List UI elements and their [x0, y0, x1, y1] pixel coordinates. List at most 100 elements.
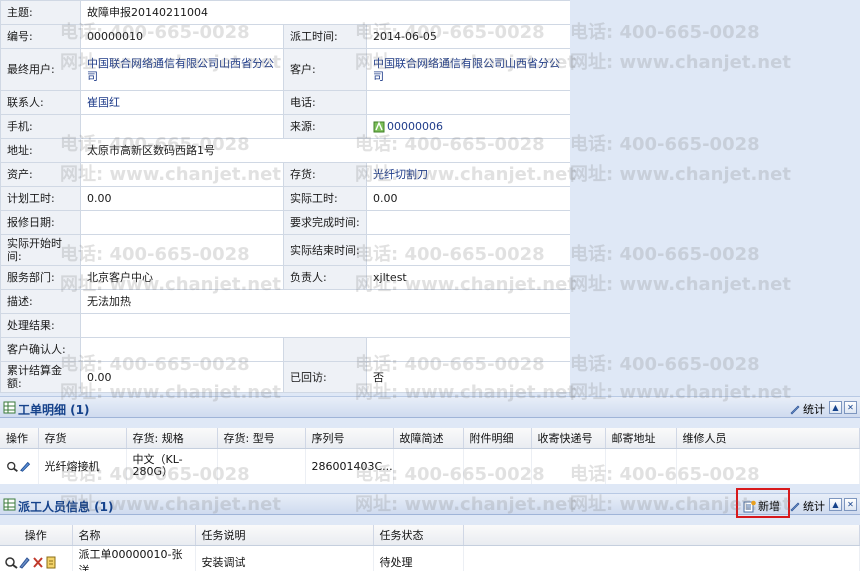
close-button[interactable]: ✕ — [844, 498, 857, 511]
actual-start-label: 实际开始时间: — [0, 234, 81, 266]
table-row[interactable]: 派工单00000010-张洋 安装调试 待处理 — [0, 545, 860, 571]
detail-form: 主题: 故障申报20140211004 编号: 00000010 派工时间: 2… — [0, 0, 572, 393]
status-cell: 待处理 — [373, 545, 464, 571]
source-link[interactable]: 00000006 — [387, 120, 443, 133]
pencil-icon — [790, 405, 800, 415]
repair-date-value — [80, 210, 284, 235]
collapse-up-button[interactable]: ▲ — [829, 498, 842, 511]
result-label: 处理结果: — [0, 313, 81, 338]
address-label: 地址: — [0, 138, 81, 163]
task-icon[interactable] — [45, 555, 57, 569]
source-label: 来源: — [283, 114, 367, 139]
column-header[interactable]: 存货: 规格 — [126, 428, 218, 449]
settlement-value: 0.00 — [80, 361, 284, 393]
end-user-label: 最终用户: — [0, 48, 81, 91]
detail-panel-header: 工单明细 (1) 统计 ▲ ✕ — [0, 396, 860, 418]
confirm-value — [80, 337, 284, 362]
mobile-label: 手机: — [0, 114, 81, 139]
inventory-link[interactable]: 光纤熔接机 — [38, 448, 127, 484]
edit-icon[interactable] — [19, 555, 31, 569]
dispatch-time-label: 派工时间: — [283, 24, 367, 49]
staff-grid: 操作 名称 任务说明 任务状态 派工单00000010-张洋 安装调试 待处理 — [0, 525, 860, 571]
owner-value: xjltest — [365, 265, 572, 290]
required-finish-value — [365, 210, 572, 235]
phone-label: 电话: — [283, 90, 367, 115]
view-icon[interactable] — [6, 459, 18, 473]
grid-icon — [3, 498, 16, 511]
customer-label: 客户: — [283, 48, 367, 91]
source-cell: 00000006 — [365, 114, 572, 139]
detail-panel-title: 工单明细 (1) — [18, 403, 90, 417]
model-cell — [217, 448, 306, 484]
mobile-value — [80, 114, 284, 139]
description-label: 描述: — [0, 289, 81, 314]
view-icon[interactable] — [4, 555, 18, 569]
service-dept-value: 北京客户中心 — [80, 265, 284, 290]
detail-grid-header: 操作 存货 存货: 规格 存货: 型号 序列号 故障简述 附件明细 收寄快递号 … — [0, 428, 860, 449]
column-header[interactable]: 故障简述 — [393, 428, 464, 449]
column-header[interactable]: 存货: 型号 — [217, 428, 306, 449]
column-header[interactable]: 任务说明 — [195, 525, 374, 546]
column-header[interactable]: 维修人员 — [676, 428, 860, 449]
detail-stats-label: 统计 — [803, 403, 825, 416]
visited-value: 否 — [365, 361, 572, 393]
column-header[interactable]: 收寄快递号 — [531, 428, 606, 449]
dispatch-time-value: 2014-06-05 — [365, 24, 572, 49]
end-user-link[interactable]: 中国联合网络通信有限公司山西省分公司 — [80, 48, 284, 91]
subject-value: 故障申报20140211004 — [79, 0, 571, 25]
detail-stats-button[interactable]: 统计 — [789, 401, 825, 417]
express-cell — [531, 448, 606, 484]
actual-hours-value: 0.00 — [365, 186, 572, 211]
description-value: 无法加热 — [79, 289, 572, 314]
number-value: 00000010 — [80, 24, 284, 49]
actual-end-value — [365, 234, 572, 266]
column-header[interactable]: 操作 — [0, 525, 73, 546]
staff-stats-label: 统计 — [803, 500, 825, 513]
column-header[interactable]: 邮寄地址 — [605, 428, 677, 449]
service-request-icon[interactable] — [373, 120, 386, 133]
table-row[interactable]: 光纤熔接机 中文（KL-280G） 286001403C... — [0, 448, 860, 484]
attachment-cell — [463, 448, 532, 484]
close-button[interactable]: ✕ — [844, 401, 857, 414]
task-cell: 安装调试 — [195, 545, 374, 571]
planned-hours-label: 计划工时: — [0, 186, 81, 211]
blank-area — [570, 0, 860, 392]
actual-hours-label: 实际工时: — [283, 186, 367, 211]
subject-label: 主题: — [0, 0, 81, 25]
delete-icon[interactable] — [32, 555, 44, 569]
repairer-cell — [676, 448, 860, 484]
visited-label: 已回访: — [283, 361, 367, 393]
column-header[interactable]: 附件明细 — [463, 428, 532, 449]
staff-name-link[interactable]: 派工单00000010-张洋 — [72, 545, 196, 571]
staff-stats-button[interactable]: 统计 — [789, 498, 825, 514]
result-value — [79, 313, 572, 338]
inventory-link[interactable]: 光纤切割刀 — [365, 162, 572, 187]
asset-label: 资产: — [0, 162, 81, 187]
column-header[interactable]: 任务状态 — [373, 525, 464, 546]
grid-icon — [3, 401, 16, 414]
customer-link[interactable]: 中国联合网络通信有限公司山西省分公司 — [365, 48, 572, 91]
edit-icon[interactable] — [19, 459, 31, 473]
collapse-up-button[interactable]: ▲ — [829, 401, 842, 414]
spec-cell: 中文（KL-280G） — [126, 448, 218, 484]
column-header[interactable]: 操作 — [0, 428, 39, 449]
column-header[interactable]: 序列号 — [305, 428, 394, 449]
staff-panel-header: 派工人员信息 (1) 新增 统计 ▲ ✕ — [0, 493, 860, 515]
column-header[interactable]: 名称 — [72, 525, 196, 546]
address-cell — [605, 448, 677, 484]
fault-cell — [393, 448, 464, 484]
actual-end-label: 实际结束时间: — [283, 234, 367, 266]
owner-label: 负责人: — [283, 265, 367, 290]
contact-label: 联系人: — [0, 90, 81, 115]
planned-hours-value: 0.00 — [80, 186, 284, 211]
number-label: 编号: — [0, 24, 81, 49]
contact-link[interactable]: 崔国红 — [80, 90, 284, 115]
confirm-label: 客户确认人: — [0, 337, 81, 362]
phone-value — [365, 90, 572, 115]
asset-value — [80, 162, 284, 187]
pencil-icon — [790, 502, 800, 512]
column-header[interactable]: 存货 — [38, 428, 127, 449]
serial-cell: 286001403C... — [305, 448, 394, 484]
required-finish-label: 要求完成时间: — [283, 210, 367, 235]
staff-grid-header: 操作 名称 任务说明 任务状态 — [0, 525, 860, 546]
